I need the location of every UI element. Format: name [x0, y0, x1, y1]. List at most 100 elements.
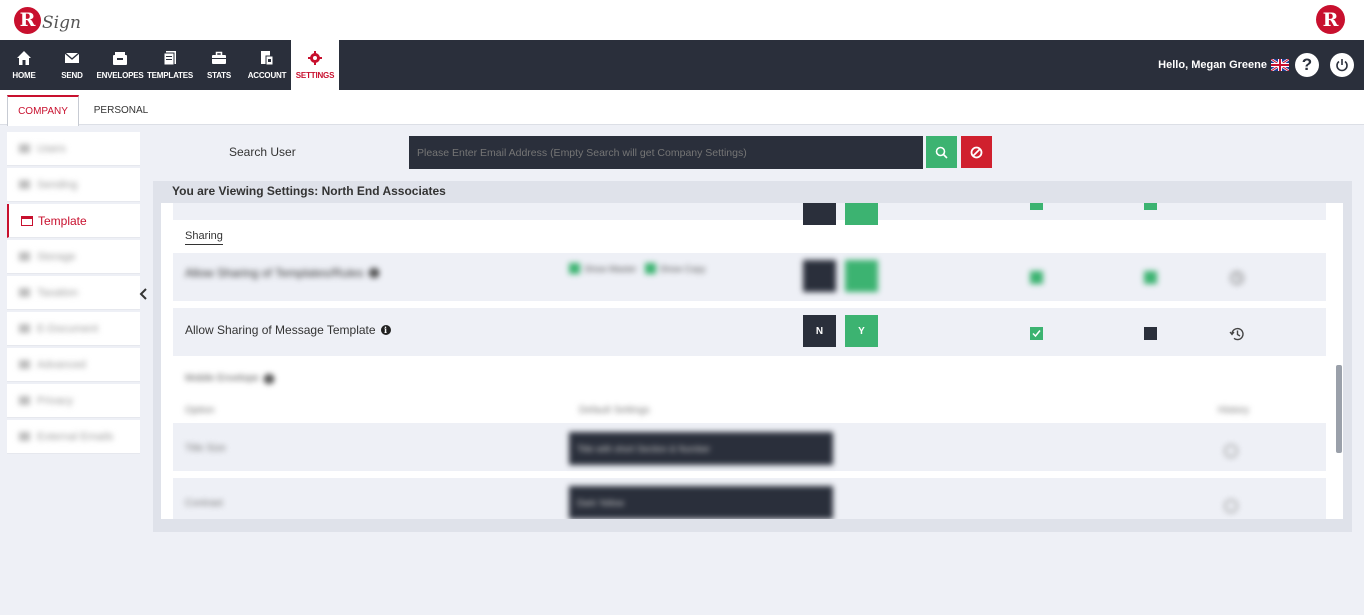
history-icon[interactable]: [1223, 443, 1239, 459]
search-user-label: Search User: [229, 145, 296, 159]
default-setting-select[interactable]: Title with short Section & Number: [569, 432, 833, 465]
sidebar-item-label: Template: [38, 213, 87, 228]
sidebar-item-advanced[interactable]: Advanced: [7, 348, 140, 382]
column-header-option: Option: [185, 405, 215, 416]
viewing-settings-title: You are Viewing Settings: North End Asso…: [172, 184, 446, 198]
option-checkbox[interactable]: [644, 263, 656, 274]
panel-scrollbar[interactable]: [1336, 365, 1342, 453]
sidebar-item-label: Advanced: [37, 358, 86, 371]
nav-account[interactable]: ACCOUNT: [247, 40, 287, 90]
envelopes-icon: [113, 52, 127, 65]
calendar-icon: [21, 215, 33, 226]
logo-bar: R Sign R: [0, 0, 1364, 40]
toggle-n-button[interactable]: [803, 260, 836, 292]
history-icon[interactable]: [1229, 326, 1245, 342]
history-icon[interactable]: [1223, 498, 1239, 514]
override-checkbox[interactable]: [1030, 271, 1043, 284]
nav-stats-label: STATS: [206, 71, 232, 80]
sidebar-item-template[interactable]: Template: [7, 204, 140, 238]
sidebar-item-taxation[interactable]: Taxation: [7, 276, 140, 310]
toggle-y-button[interactable]: [845, 203, 878, 225]
sidebar-item-label: Sending: [37, 178, 78, 191]
column-header-default: Default Settings: [579, 405, 650, 416]
sidebar-item-label: Users: [37, 142, 66, 155]
setting-label: Title Size: [185, 443, 226, 454]
lock-checkbox[interactable]: [1144, 203, 1157, 210]
sidebar-item-label: Privacy: [37, 394, 74, 407]
sidebar-item-label: External Emails: [37, 430, 114, 443]
account-icon: [261, 51, 274, 66]
sharing-section-label: Sharing: [185, 230, 223, 245]
column-header-history: History: [1218, 405, 1250, 416]
nav-home[interactable]: HOME: [8, 40, 40, 90]
info-icon: i: [368, 268, 379, 278]
sidebar-item-external-emails[interactable]: External Emails: [7, 420, 140, 454]
tab-company[interactable]: COMPANY: [7, 95, 79, 126]
help-icon[interactable]: ?: [1295, 53, 1319, 77]
nav-send[interactable]: SEND: [56, 40, 88, 90]
search-email-input[interactable]: [409, 136, 923, 169]
nav-home-label: HOME: [12, 71, 36, 80]
home-icon: [17, 51, 31, 65]
toggle-y-button[interactable]: [845, 260, 878, 292]
uk-flag-icon[interactable]: [1271, 59, 1289, 71]
chevron-left-icon[interactable]: [138, 287, 148, 301]
tab-personal[interactable]: PERSONAL: [84, 95, 158, 125]
briefcase-icon: [212, 51, 226, 64]
sharing-templates-label: Allow Sharing of Templates/Rules i: [185, 266, 379, 280]
gear-icon: [308, 51, 322, 65]
setting-label-text: Allow Sharing of Templates/Rules: [185, 266, 364, 280]
logo-script: Sign: [42, 13, 81, 33]
info-icon[interactable]: i: [380, 325, 391, 335]
override-checkbox[interactable]: [1030, 203, 1043, 210]
sidebar-item-label: Taxation: [37, 286, 78, 299]
envelope-icon: [64, 52, 80, 63]
nav-settings[interactable]: SETTINGS: [291, 40, 339, 90]
override-checkbox[interactable]: [1030, 327, 1043, 340]
toggle-n-button[interactable]: [803, 203, 836, 225]
setting-label: Contrast: [185, 498, 223, 509]
search-button[interactable]: [926, 136, 957, 168]
nav-envelopes-label: ENVELOPES: [96, 71, 144, 80]
sidebar-item-label: E-Document: [37, 322, 99, 335]
default-setting-select[interactable]: Dark Yellow: [569, 486, 833, 519]
toggle-n-button[interactable]: N: [803, 315, 836, 347]
settings-sidebar: Users Sending Template Storage Taxation …: [7, 132, 140, 456]
clear-search-button[interactable]: [961, 136, 992, 168]
templates-icon: [163, 51, 176, 66]
toggle-y-button[interactable]: Y: [845, 315, 878, 347]
option-checkbox[interactable]: [569, 263, 580, 274]
user-name[interactable]: Megan Greene: [1191, 59, 1267, 71]
nav-account-label: ACCOUNT: [247, 71, 287, 80]
logout-power-icon[interactable]: [1330, 53, 1354, 77]
info-icon: i: [263, 373, 274, 384]
nav-settings-label: SETTINGS: [295, 71, 335, 80]
history-icon[interactable]: [1229, 270, 1245, 286]
settings-panel-content: Sharing Allow Sharing of Templates/Rules…: [161, 203, 1343, 519]
rsign-logo[interactable]: R Sign: [14, 4, 81, 36]
sidebar-item-storage[interactable]: Storage: [7, 240, 140, 274]
settings-panel: You are Viewing Settings: North End Asso…: [153, 181, 1352, 532]
sidebar-item-users[interactable]: Users: [7, 132, 140, 166]
nav-send-label: SEND: [61, 71, 83, 80]
option-label: Show Copy: [659, 263, 706, 274]
nav-envelopes[interactable]: ENVELOPES: [96, 40, 144, 90]
company-logo: R: [1316, 5, 1345, 34]
mobile-envelope-section: Mobile Envelope i: [185, 373, 274, 384]
user-area: Hello, Megan Greene ?: [1158, 40, 1354, 90]
sidebar-item-sending[interactable]: Sending: [7, 168, 140, 202]
sidebar-item-privacy[interactable]: Privacy: [7, 384, 140, 418]
option-label: Show Master: [584, 263, 637, 274]
nav-templates[interactable]: TEMPLATES: [146, 40, 194, 90]
sidebar-item-edocument[interactable]: E-Document: [7, 312, 140, 346]
ban-icon: [970, 146, 983, 158]
settings-tabs: [0, 90, 1364, 125]
setting-label-text: Allow Sharing of Message Template: [185, 323, 376, 337]
nav-stats[interactable]: STATS: [203, 40, 235, 90]
lock-checkbox[interactable]: [1144, 271, 1157, 284]
section-label-text: Mobile Envelope: [185, 373, 259, 384]
nav-templates-label: TEMPLATES: [146, 71, 194, 80]
message-template-label: Allow Sharing of Message Template i: [185, 323, 391, 337]
lock-checkbox[interactable]: [1144, 327, 1157, 340]
check-icon: [1032, 330, 1041, 338]
